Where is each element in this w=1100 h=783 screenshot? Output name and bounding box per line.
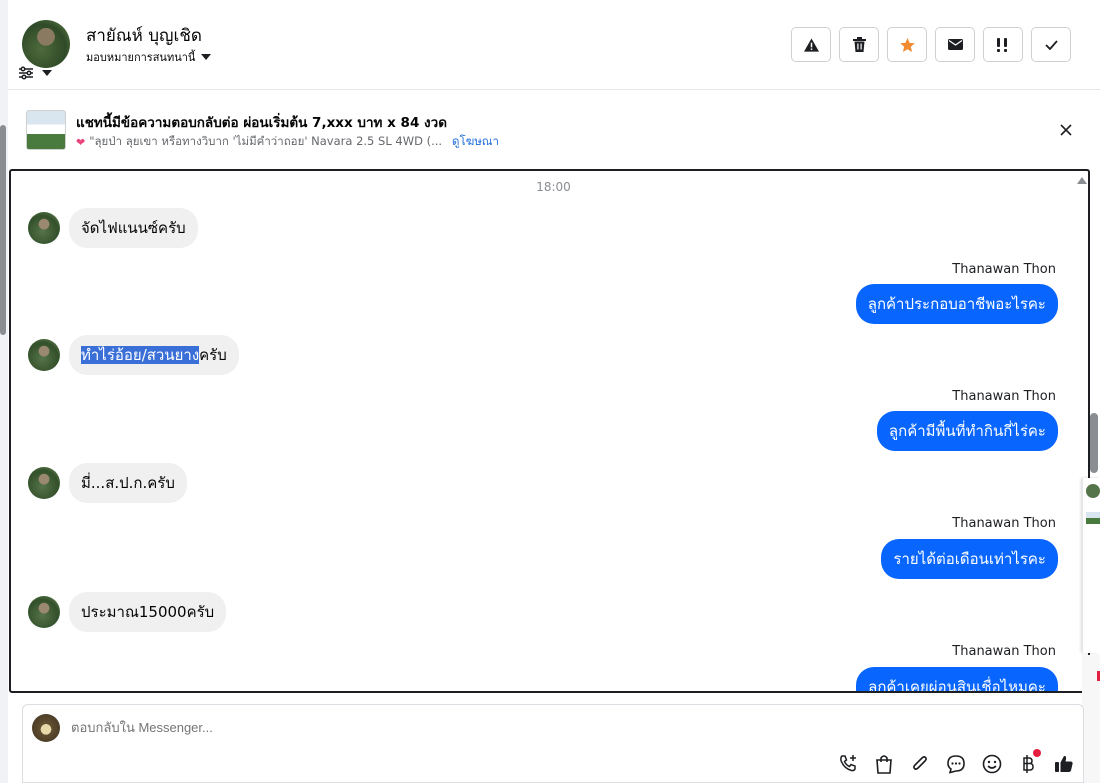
warning-icon xyxy=(803,37,819,52)
delete-button[interactable] xyxy=(839,27,879,62)
reply-composer xyxy=(22,704,1084,783)
like-button[interactable] xyxy=(1053,753,1075,775)
scroll-up-arrow-icon[interactable] xyxy=(1077,177,1087,184)
contact-avatar[interactable] xyxy=(28,596,60,628)
ad-title: แชทนี้มีข้อความตอบกลับต่อ ผ่อนเริ่มต้น 7… xyxy=(76,115,447,131)
ad-subtitle-row: ❤ "ลุยป่า ลุยเขา หรือทางวิบาก 'ไม่มีคำว่… xyxy=(76,133,499,151)
selected-text: ทำไร่อ้อย/สวนยาง xyxy=(81,346,200,364)
page-avatar xyxy=(32,714,60,742)
follow-up-icon xyxy=(997,37,1007,52)
incoming-message: ทำไร่อ้อย/สวนยางครับ xyxy=(28,335,239,375)
heart-icon: ❤ xyxy=(76,135,86,149)
incoming-bubble[interactable]: ประมาณ15000ครับ xyxy=(69,592,227,632)
sender-name: Thanawan Thon xyxy=(952,516,1056,531)
left-scrollbar-thumb[interactable] xyxy=(0,125,6,335)
side-conversation-panel[interactable] xyxy=(1082,478,1100,653)
conversation-actions xyxy=(791,27,1071,62)
outgoing-bubble[interactable]: รายได้ต่อเดือนเท่าไรคะ xyxy=(881,539,1058,579)
notification-dot xyxy=(1033,749,1041,757)
incoming-bubble[interactable]: มี่...ส.ป.ก.ครับ xyxy=(69,463,187,503)
sender-name: Thanawan Thon xyxy=(952,262,1056,277)
chevron-down-icon xyxy=(201,54,212,60)
thumbs-up-icon xyxy=(1055,755,1073,772)
bubble-text: ครับ xyxy=(199,346,227,364)
baht-icon xyxy=(1023,755,1034,773)
timestamp-divider: 18:00 xyxy=(536,180,571,194)
star-button[interactable] xyxy=(887,27,927,62)
ad-context-banner: แชทนี้มีข้อความตอบกลับต่อ ผ่อนเริ่มต้น 7… xyxy=(8,90,1100,168)
trash-icon xyxy=(852,37,866,52)
side-panel-lower xyxy=(1082,655,1100,783)
composer-toolbar xyxy=(837,749,1075,775)
close-icon xyxy=(1060,124,1072,136)
assign-conversation-dropdown[interactable]: มอบหมายการสนทนานี้ xyxy=(86,48,212,66)
contact-name[interactable]: สายัณห์ บุญเชิด xyxy=(86,22,202,49)
outgoing-bubble[interactable]: ลูกค้าประกอบอาชีพอะไรคะ xyxy=(855,284,1058,324)
outgoing-bubble[interactable]: ลูกค้ามีพื้นที่ทำกินกี่ไร่คะ xyxy=(876,411,1058,451)
call-button[interactable] xyxy=(837,753,859,775)
incoming-bubble[interactable]: ทำไร่อ้อย/สวนยางครับ xyxy=(69,335,239,375)
incoming-message: ประมาณ15000ครับ xyxy=(28,592,227,632)
mark-follow-up-button[interactable] xyxy=(983,27,1023,62)
reply-input[interactable] xyxy=(71,720,671,735)
ad-thumbnail[interactable] xyxy=(26,110,66,150)
incoming-message: จัดไฟแนนซ์ครับ xyxy=(28,208,198,248)
left-scrollbar[interactable] xyxy=(0,0,8,783)
filter-dropdown[interactable] xyxy=(18,66,52,80)
ad-thumbnail xyxy=(1086,512,1100,524)
view-ad-link[interactable]: ดูโฆษณา xyxy=(452,133,499,151)
contact-avatar xyxy=(1086,484,1100,498)
phone-add-icon xyxy=(840,755,856,772)
mark-done-button[interactable] xyxy=(1031,27,1071,62)
sliders-icon xyxy=(19,66,33,80)
attach-button[interactable] xyxy=(909,753,931,775)
paperclip-icon xyxy=(913,756,927,770)
saved-replies-button[interactable] xyxy=(945,753,967,775)
chat-bubble-icon xyxy=(947,755,965,774)
emoji-button[interactable] xyxy=(981,753,1003,775)
contact-avatar[interactable] xyxy=(22,20,70,68)
contact-avatar[interactable] xyxy=(28,467,60,499)
incoming-message: มี่...ส.ป.ก.ครับ xyxy=(28,463,187,503)
sender-name: Thanawan Thon xyxy=(952,644,1056,659)
sender-name: Thanawan Thon xyxy=(952,389,1056,404)
outgoing-bubble[interactable]: ลูกค้าเคยผ่อนสินเชื่อไหมคะ xyxy=(856,667,1058,691)
close-banner-button[interactable] xyxy=(1056,120,1076,140)
star-icon xyxy=(899,37,915,52)
contact-avatar[interactable] xyxy=(28,212,60,244)
ad-subtitle: "ลุยป่า ลุยเขา หรือทางวิบาก 'ไม่มีคำว่าถ… xyxy=(89,134,443,148)
assign-label: มอบหมายการสนทนานี้ xyxy=(86,51,196,64)
conversation-header: สายัณห์ บุญเชิด มอบหมายการสนทนานี้ xyxy=(8,0,1100,90)
mark-unread-button[interactable] xyxy=(935,27,975,62)
thread-scrollbar-thumb[interactable] xyxy=(1090,413,1098,473)
chevron-down-icon xyxy=(42,70,52,76)
incoming-bubble[interactable]: จัดไฟแนนซ์ครับ xyxy=(69,208,198,248)
report-spam-button[interactable] xyxy=(791,27,831,62)
contact-avatar[interactable] xyxy=(28,339,60,371)
smiley-icon xyxy=(982,754,1002,774)
message-thread[interactable]: 18:00 จัดไฟแนนซ์ครับ Thanawan Thon ลูกค้… xyxy=(9,169,1090,693)
check-icon xyxy=(1044,39,1058,50)
payment-button[interactable] xyxy=(1017,749,1041,775)
shop-button[interactable] xyxy=(873,753,895,775)
envelope-icon xyxy=(947,39,963,50)
shopping-bag-icon xyxy=(876,755,892,774)
